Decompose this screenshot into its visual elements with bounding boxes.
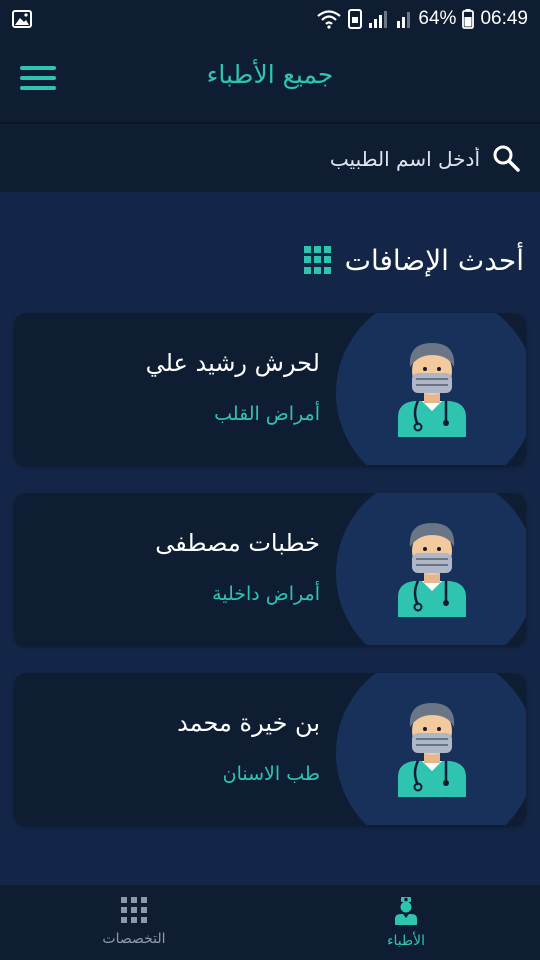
nav-label-specialties: التخصصات — [102, 931, 166, 947]
doctor-name: لحرش رشيد علي — [145, 349, 320, 377]
nav-label-doctors: الأطباء — [386, 933, 426, 949]
nav-item-doctors[interactable]: الأطباء — [336, 893, 476, 957]
nav-item-specialties[interactable]: التخصصات — [64, 893, 204, 957]
search-input[interactable] — [40, 142, 480, 176]
app-bar: جميع الأطباء — [0, 38, 540, 122]
clock: 06:49 — [480, 8, 528, 29]
search-icon[interactable] — [492, 144, 520, 172]
doctor-card[interactable]: بن خيرة محمد طب الاسنان — [14, 673, 526, 825]
page-title: جميع الأطباء — [206, 60, 334, 89]
doctor-card[interactable]: خطبات مصطفى أمراض داخلية — [14, 493, 526, 645]
doctor-name: بن خيرة محمد — [177, 709, 320, 737]
wifi-icon — [316, 9, 342, 29]
bottom-navigation: التخصصات الأطباء — [0, 885, 540, 960]
image-icon — [12, 10, 32, 28]
section-title: أحدث الإضافات — [344, 243, 524, 277]
doctor-specialty: أمراض داخلية — [212, 583, 320, 605]
signal-icon-2 — [396, 9, 412, 29]
grid-icon — [303, 246, 331, 274]
doctor-specialty: أمراض القلب — [214, 403, 320, 425]
doctor-icon — [395, 897, 417, 925]
search-bar — [0, 124, 540, 192]
status-bar: 64% 06:49 — [0, 0, 540, 38]
signal-icon — [368, 9, 390, 29]
battery-percentage: 64% — [418, 8, 457, 29]
doctor-avatar-icon — [398, 703, 466, 797]
doctor-avatar-icon — [398, 523, 466, 617]
doctor-specialty: طب الاسنان — [222, 763, 320, 785]
doctor-name: خطبات مصطفى — [155, 529, 320, 557]
battery-icon — [462, 9, 475, 29]
grid-icon — [121, 897, 147, 923]
section-header: أحدث الإضافات — [303, 240, 524, 280]
doctor-card[interactable]: لحرش رشيد علي أمراض القلب — [14, 313, 526, 465]
doctor-avatar-icon — [398, 343, 466, 437]
sim-icon — [348, 9, 363, 29]
